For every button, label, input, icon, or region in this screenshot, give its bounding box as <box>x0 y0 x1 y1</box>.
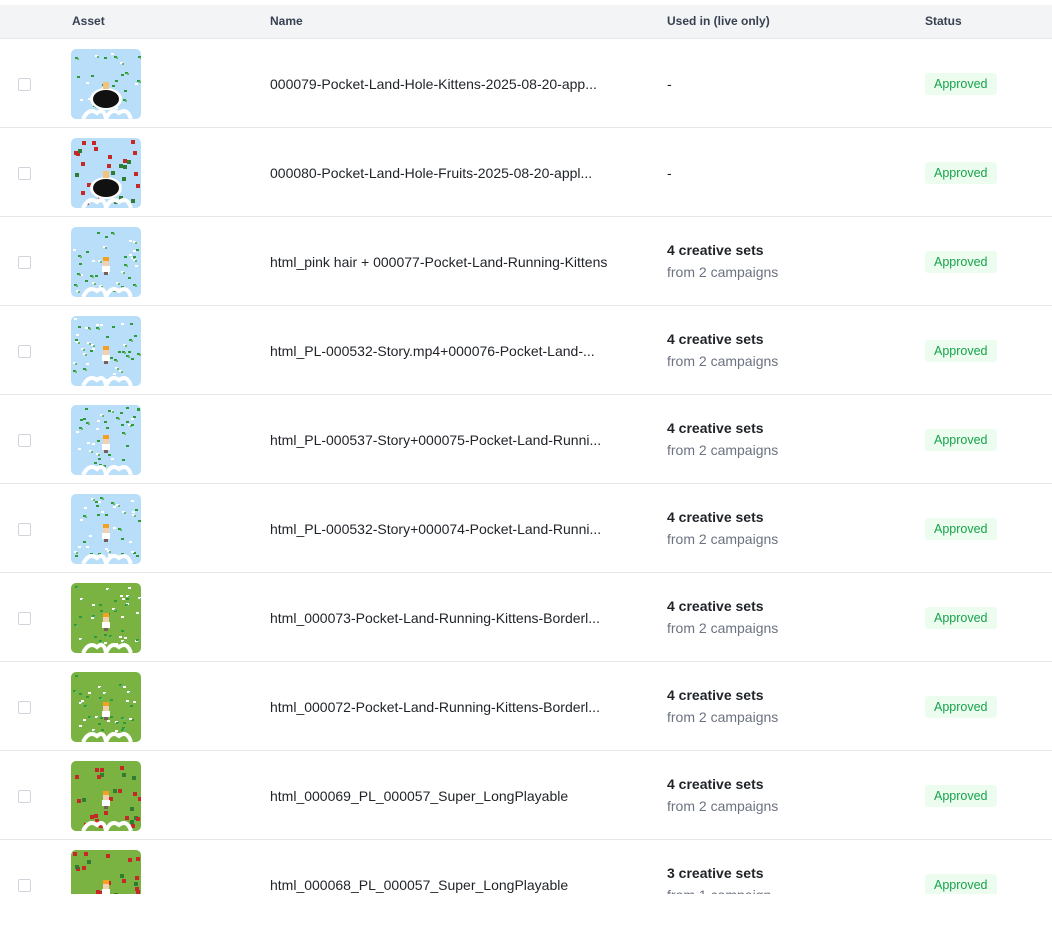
status-badge: Approved <box>925 607 997 629</box>
asset-thumbnail[interactable] <box>71 761 141 831</box>
used-in-creative-sets: 4 creative sets <box>667 242 764 258</box>
status-badge: Approved <box>925 785 997 807</box>
assets-table: Asset Name Used in (live only) Status 00… <box>0 5 1052 894</box>
status-badge: Approved <box>925 874 997 894</box>
asset-name[interactable]: 000080-Pocket-Land-Hole-Fruits-2025-08-2… <box>270 164 642 182</box>
row-select-checkbox[interactable] <box>18 879 31 892</box>
used-in-campaigns: from 2 campaigns <box>667 442 779 458</box>
row-select-checkbox[interactable] <box>18 701 31 714</box>
table-row[interactable]: html_000072-Pocket-Land-Running-Kittens-… <box>0 662 1052 751</box>
row-select-checkbox[interactable] <box>18 345 31 358</box>
used-in-empty: - <box>667 165 672 181</box>
row-select-checkbox[interactable] <box>18 167 31 180</box>
column-header-status[interactable]: Status <box>925 5 962 39</box>
asset-name[interactable]: html_000072-Pocket-Land-Running-Kittens-… <box>270 698 642 716</box>
asset-name[interactable]: html_000068_PL_000057_Super_LongPlayable <box>270 876 642 894</box>
status-badge: Approved <box>925 340 997 362</box>
table-row[interactable]: html_000068_PL_000057_Super_LongPlayable… <box>0 840 1052 894</box>
asset-thumbnail[interactable] <box>71 227 141 297</box>
used-in-creative-sets: 4 creative sets <box>667 598 764 614</box>
asset-thumbnail[interactable] <box>71 672 141 742</box>
asset-name[interactable]: html_PL-000537-Story+000075-Pocket-Land-… <box>270 431 642 449</box>
table-row[interactable]: html_PL-000532-Story+000074-Pocket-Land-… <box>0 484 1052 573</box>
column-header-name[interactable]: Name <box>270 5 303 39</box>
row-select-checkbox[interactable] <box>18 434 31 447</box>
used-in-creative-sets: 4 creative sets <box>667 509 764 525</box>
column-header-used-in[interactable]: Used in (live only) <box>667 5 770 39</box>
status-badge: Approved <box>925 73 997 95</box>
used-in-campaigns: from 2 campaigns <box>667 531 779 547</box>
asset-name[interactable]: html_PL-000532-Story+000074-Pocket-Land-… <box>270 520 642 538</box>
row-select-checkbox[interactable] <box>18 612 31 625</box>
row-select-checkbox[interactable] <box>18 790 31 803</box>
table-row[interactable]: html_PL-000537-Story+000075-Pocket-Land-… <box>0 395 1052 484</box>
asset-thumbnail[interactable] <box>71 850 141 894</box>
used-in-campaigns: from 2 campaigns <box>667 798 779 814</box>
asset-thumbnail[interactable] <box>71 316 141 386</box>
status-badge: Approved <box>925 251 997 273</box>
status-badge: Approved <box>925 429 997 451</box>
asset-thumbnail[interactable] <box>71 494 141 564</box>
used-in-campaigns: from 2 campaigns <box>667 709 779 725</box>
table-header: Asset Name Used in (live only) Status <box>0 5 1052 39</box>
table-row[interactable]: html_000069_PL_000057_Super_LongPlayable… <box>0 751 1052 840</box>
asset-name[interactable]: html_000073-Pocket-Land-Running-Kittens-… <box>270 609 642 627</box>
used-in-creative-sets: 4 creative sets <box>667 420 764 436</box>
table-row[interactable]: html_pink hair + 000077-Pocket-Land-Runn… <box>0 217 1052 306</box>
asset-thumbnail[interactable] <box>71 583 141 653</box>
asset-thumbnail[interactable] <box>71 405 141 475</box>
asset-name[interactable]: html_pink hair + 000077-Pocket-Land-Runn… <box>270 253 642 271</box>
used-in-campaigns: from 1 campaign <box>667 886 771 894</box>
table-row[interactable]: html_000073-Pocket-Land-Running-Kittens-… <box>0 573 1052 662</box>
used-in-creative-sets: 3 creative sets <box>667 865 764 881</box>
row-select-checkbox[interactable] <box>18 523 31 536</box>
asset-thumbnail[interactable] <box>71 138 141 208</box>
status-badge: Approved <box>925 696 997 718</box>
used-in-campaigns: from 2 campaigns <box>667 264 779 280</box>
table-body: 000079-Pocket-Land-Hole-Kittens-2025-08-… <box>0 39 1052 894</box>
status-badge: Approved <box>925 162 997 184</box>
asset-name[interactable]: 000079-Pocket-Land-Hole-Kittens-2025-08-… <box>270 75 642 93</box>
asset-name[interactable]: html_000069_PL_000057_Super_LongPlayable <box>270 787 642 805</box>
table-row[interactable]: html_PL-000532-Story.mp4+000076-Pocket-L… <box>0 306 1052 395</box>
row-select-checkbox[interactable] <box>18 256 31 269</box>
table-row[interactable]: 000079-Pocket-Land-Hole-Kittens-2025-08-… <box>0 39 1052 128</box>
used-in-empty: - <box>667 76 672 92</box>
used-in-creative-sets: 4 creative sets <box>667 331 764 347</box>
used-in-campaigns: from 2 campaigns <box>667 620 779 636</box>
used-in-creative-sets: 4 creative sets <box>667 776 764 792</box>
used-in-campaigns: from 2 campaigns <box>667 353 779 369</box>
column-header-asset[interactable]: Asset <box>72 5 105 39</box>
status-badge: Approved <box>925 518 997 540</box>
asset-name[interactable]: html_PL-000532-Story.mp4+000076-Pocket-L… <box>270 342 642 360</box>
asset-thumbnail[interactable] <box>71 49 141 119</box>
table-row[interactable]: 000080-Pocket-Land-Hole-Fruits-2025-08-2… <box>0 128 1052 217</box>
row-select-checkbox[interactable] <box>18 78 31 91</box>
used-in-creative-sets: 4 creative sets <box>667 687 764 703</box>
